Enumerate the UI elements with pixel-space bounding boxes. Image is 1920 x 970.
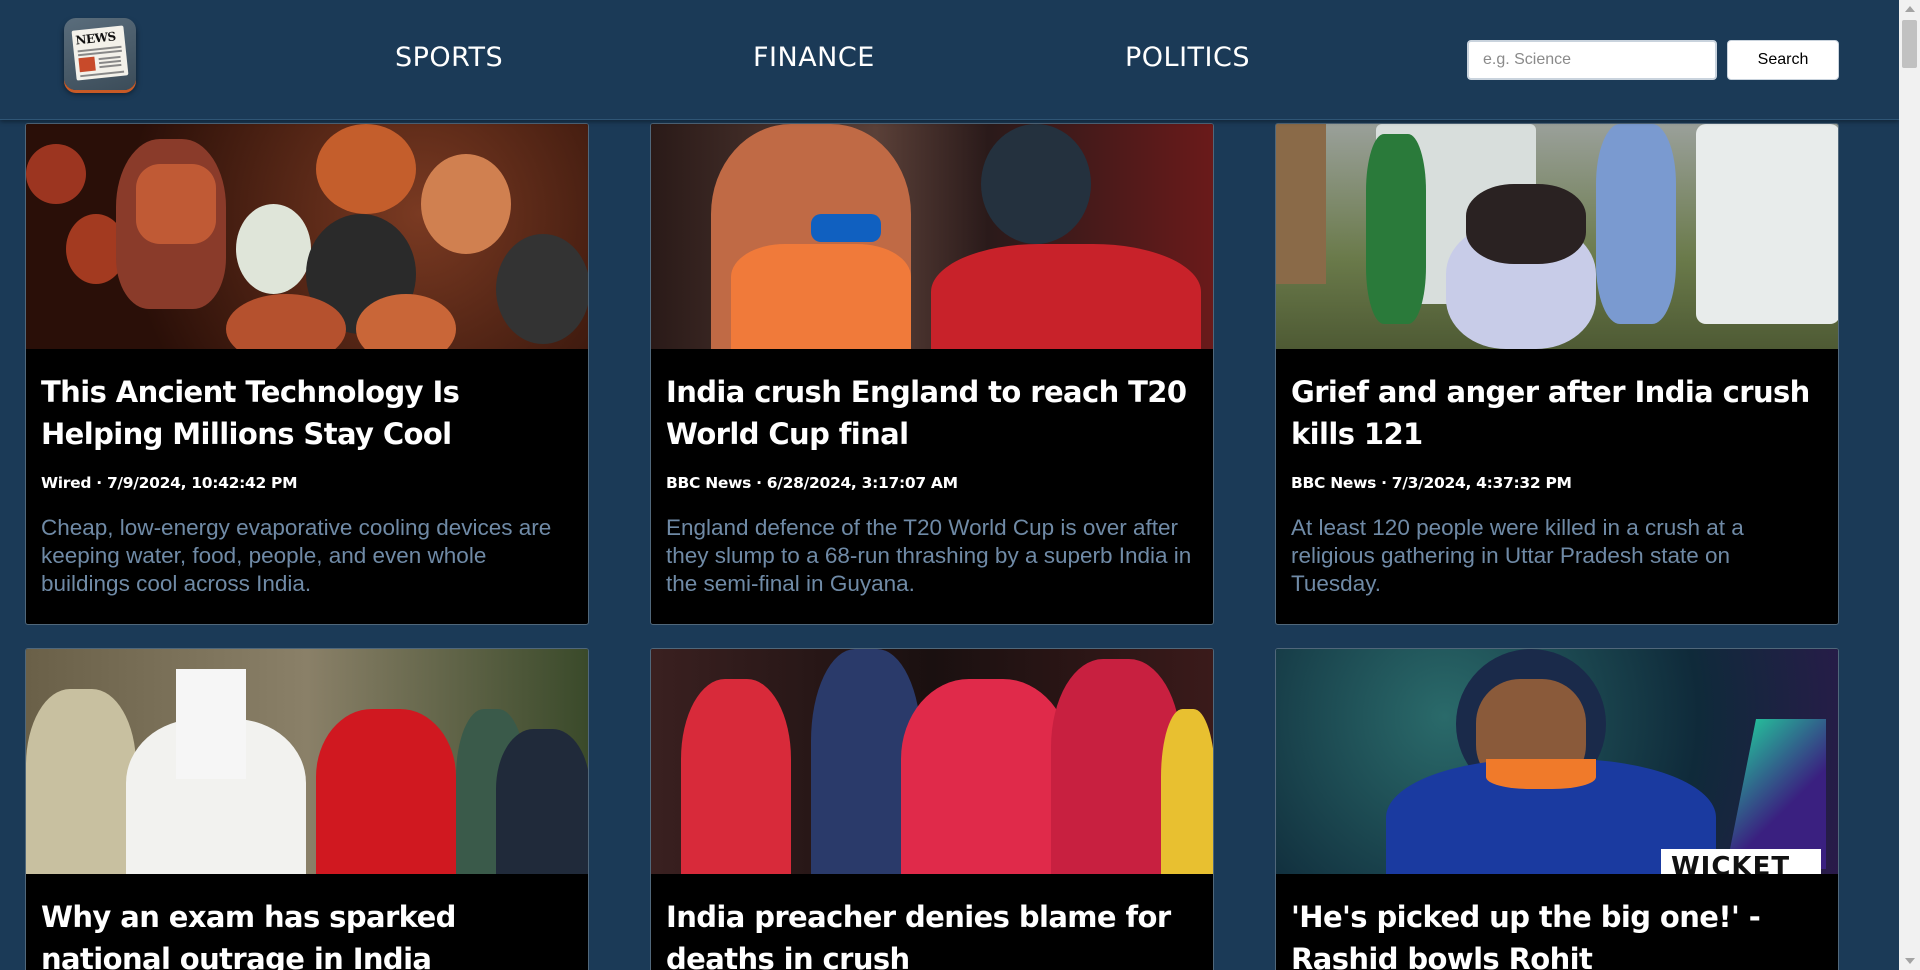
article-card[interactable]: Grief and anger after India crush kills … xyxy=(1275,123,1839,625)
article-image-exam-students xyxy=(26,649,588,874)
article-meta: BBC News · 6/28/2024, 3:17:07 AM xyxy=(666,474,958,492)
article-meta: BBC News · 7/3/2024, 4:37:32 PM xyxy=(1291,474,1572,492)
article-title[interactable]: This Ancient Technology Is Helping Milli… xyxy=(41,371,575,455)
article-card[interactable]: This Ancient Technology Is Helping Milli… xyxy=(25,123,589,625)
scroll-up-arrow-icon[interactable] xyxy=(1905,6,1915,12)
article-meta: Wired · 7/9/2024, 10:42:42 PM xyxy=(41,474,298,492)
article-card[interactable]: India preacher denies blame for deaths i… xyxy=(650,648,1214,970)
article-image-cricket-celebration xyxy=(651,124,1213,349)
article-title[interactable]: India preacher denies blame for deaths i… xyxy=(666,896,1200,970)
article-image-mourning-women xyxy=(651,649,1213,874)
article-image-crush-victims xyxy=(1276,124,1838,349)
wicket-overlay-text: WICKET xyxy=(1671,852,1791,874)
article-description: At least 120 people were killed in a cru… xyxy=(1291,515,1744,596)
article-card[interactable]: WICKET 'He's picked up the big one!' - R… xyxy=(1275,648,1839,970)
article-card[interactable]: India crush England to reach T20 World C… xyxy=(650,123,1214,625)
article-image-rohit-wicket: WICKET xyxy=(1276,649,1838,874)
nav-finance[interactable]: FINANCE xyxy=(753,42,875,73)
article-title[interactable]: Grief and anger after India crush kills … xyxy=(1291,371,1825,455)
scrollbar-thumb[interactable] xyxy=(1902,20,1917,68)
page-scrollbar[interactable] xyxy=(1899,0,1920,970)
article-title[interactable]: 'He's picked up the big one!' - Rashid b… xyxy=(1291,896,1825,970)
article-description: Cheap, low-energy evaporative cooling de… xyxy=(41,515,552,596)
nav-sports[interactable]: SPORTS xyxy=(395,42,503,73)
article-description: England defence of the T20 World Cup is … xyxy=(666,515,1192,596)
logo-text: NEWS xyxy=(74,29,117,48)
scroll-down-arrow-icon[interactable] xyxy=(1905,958,1915,964)
article-image-clay-pots xyxy=(26,124,588,349)
article-title[interactable]: Why an exam has sparked national outrage… xyxy=(41,896,575,970)
site-header: NEWS SPORTS FINANCE POLITICS Search xyxy=(0,0,1899,120)
article-card[interactable]: Why an exam has sparked national outrage… xyxy=(25,648,589,970)
article-title[interactable]: India crush England to reach T20 World C… xyxy=(666,371,1200,455)
newspaper-logo-icon[interactable]: NEWS xyxy=(64,18,136,90)
search-button[interactable]: Search xyxy=(1727,40,1839,80)
nav-politics[interactable]: POLITICS xyxy=(1125,42,1250,73)
search-input[interactable] xyxy=(1467,40,1717,80)
